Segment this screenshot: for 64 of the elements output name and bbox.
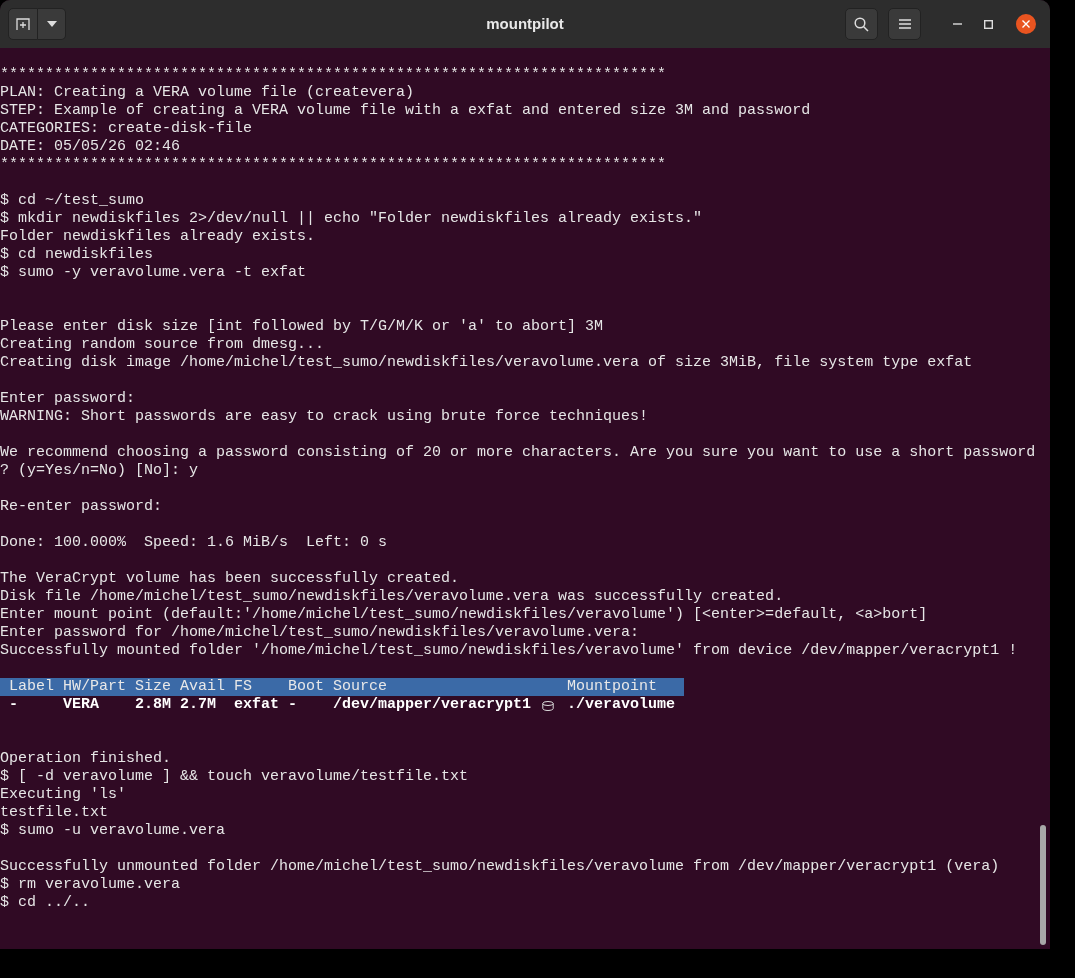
terminal-line: testfile.txt	[0, 804, 109, 821]
terminal-line: Disk file /home/michel/test_sumo/newdiskfiles/veravolume.vera was successfully created.	[0, 588, 784, 605]
terminal-line: Creating random source from dmesg...	[0, 336, 325, 353]
terminal-line: $ cd newdiskfiles	[0, 246, 154, 263]
table-cell: ./veravolume	[567, 696, 676, 714]
terminal-line: Successfully mounted folder '/home/michel/test_sumo/newdiskfiles/veravolume' from device /dev/mapper/veracrypt1 !	[0, 642, 1018, 659]
maximize-icon	[983, 19, 993, 29]
terminal-line: WARNING: Short passwords are easy to crack using brute force techniques!	[0, 408, 649, 425]
terminal-line: PLAN: Creating a VERA volume file (createvera)	[0, 84, 415, 101]
caret-icon	[46, 21, 57, 27]
terminal-line: Successfully unmounted folder /home/michel/test_sumo/newdiskfiles/veravolume from /dev/mapper/veracrypt1 (vera)	[0, 858, 1000, 875]
menu-icon	[898, 19, 911, 29]
terminal-line: $ sumo -y veravolume.vera -t exfat	[0, 264, 307, 281]
terminal-line: $ cd ../..	[0, 894, 90, 911]
column-header: Source	[333, 678, 388, 696]
disk-icon	[542, 701, 555, 711]
table-cell: 2.7M	[180, 696, 217, 714]
new-tab-icon	[16, 17, 30, 31]
terminal-line: **************************************************************************	[0, 156, 667, 173]
terminal-line: $ [ -d veravolume ] && touch veravolume/testfile.txt	[0, 768, 469, 785]
scrollbar[interactable]	[1040, 825, 1046, 945]
terminal-line: DATE: 05/05/26 02:46	[0, 138, 181, 155]
terminal-line: We recommend choosing a password consisting of 20 or more characters. Are you sure you want to use a short password	[0, 444, 1036, 461]
terminal-line: STEP: Example of creating a VERA volume file with a exfat and entered size 3M and password	[0, 102, 811, 119]
search-icon	[854, 16, 869, 32]
terminal-line: Operation finished.	[0, 750, 172, 767]
terminal-line: The VeraCrypt volume has been successfully created.	[0, 570, 460, 587]
terminal-line: Folder newdiskfiles already exists.	[0, 228, 316, 245]
dropdown-button[interactable]	[38, 8, 66, 40]
table-cell: 2.8M	[135, 696, 172, 714]
terminal-line: Enter password:	[0, 390, 136, 407]
terminal-line: Executing 'ls'	[0, 786, 127, 803]
close-button[interactable]	[1016, 14, 1036, 34]
terminal-line: Creating disk image /home/michel/test_sumo/newdiskfiles/veravolume.vera of size 3MiB, file system type exfat	[0, 354, 973, 371]
terminal-line: $ rm veravolume.vera	[0, 876, 181, 893]
table-cell: exfat	[234, 696, 280, 714]
new-tab-button[interactable]	[8, 8, 38, 40]
terminal-line: $ cd ~/test_sumo	[0, 192, 145, 209]
terminal-line: Please enter disk size [int followed by T/G/M/K or 'a' to abort] 3M	[0, 318, 604, 335]
column-header: HW/Part	[63, 678, 126, 696]
minimize-icon	[952, 23, 962, 25]
window-title: mountpilot	[486, 13, 564, 34]
column-header: Avail	[180, 678, 226, 696]
close-icon	[1022, 20, 1030, 28]
column-header: Mountpoint	[567, 678, 658, 696]
column-header: FS	[234, 678, 253, 696]
terminal-line: Enter mount point (default:'/home/michel/test_sumo/newdiskfiles/veravolume') [<enter>=default, <a>bort]	[0, 606, 928, 623]
menu-button[interactable]	[888, 8, 921, 40]
terminal-line: $ sumo -u veravolume.vera	[0, 822, 226, 839]
terminal-line: ? (y=Yes/n=No) [No]: y	[0, 462, 199, 479]
table-cell: -	[288, 696, 298, 714]
column-header: Boot	[288, 678, 325, 696]
column-header: Label	[9, 678, 54, 696]
search-button[interactable]	[845, 8, 878, 40]
column-header: Size	[135, 678, 172, 696]
terminal-line: Done: 100.000% Speed: 1.6 MiB/s Left: 0 s	[0, 534, 388, 551]
table-cell: /dev/mapper/veracrypt1	[333, 696, 532, 714]
terminal-line: Re-enter password:	[0, 498, 163, 515]
terminal-line: $ mkdir newdiskfiles 2>/dev/null || echo "Folder newdiskfiles already exists."	[0, 210, 703, 227]
table-cell: VERA	[63, 696, 99, 714]
terminal-line: **************************************************************************	[0, 66, 667, 83]
table-cell: -	[9, 696, 18, 714]
terminal-line: Enter password for /home/michel/test_sumo/newdiskfiles/veravolume.vera:	[0, 624, 640, 641]
terminal-line: CATEGORIES: create-disk-file	[0, 120, 253, 137]
